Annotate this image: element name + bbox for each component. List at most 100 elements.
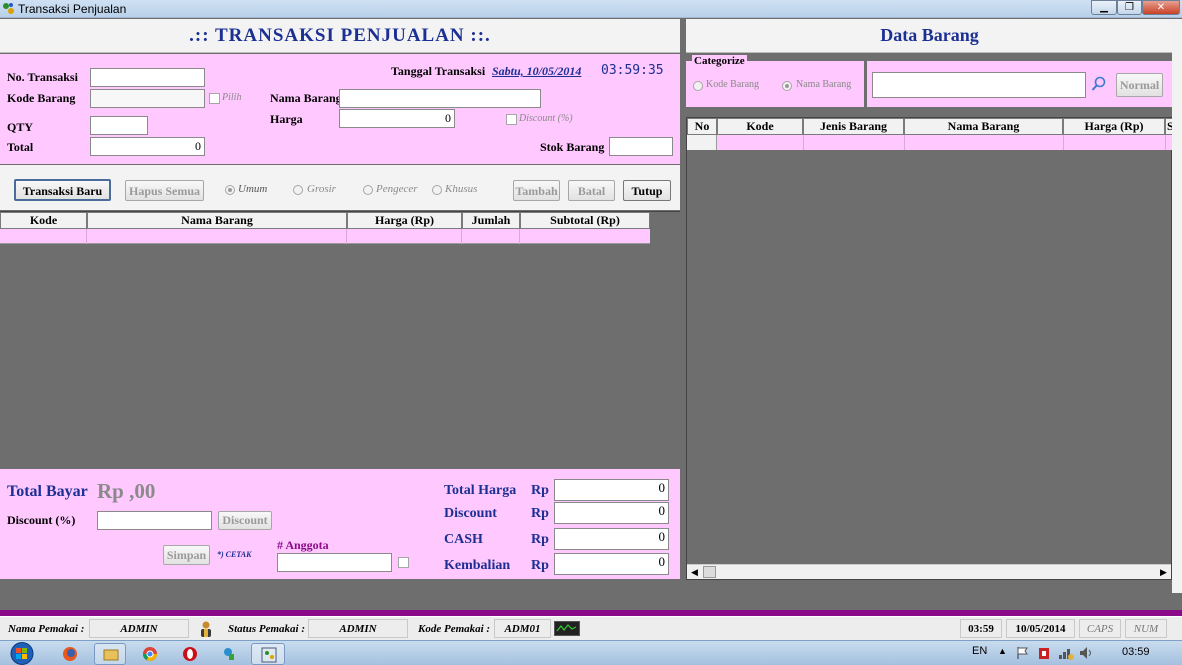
status-date: 10/05/2014 [1006,619,1075,638]
no-transaksi-input[interactable] [90,68,205,87]
transaction-grid[interactable]: Kode Nama Barang Harga (Rp) Jumlah Subto… [0,211,680,465]
status-pemakai-value: ADMIN [308,619,408,638]
flag-icon[interactable] [1016,646,1030,660]
user-icon [198,620,214,638]
grosir-radio[interactable] [293,185,303,195]
kembalian-currency: Rp [531,558,549,573]
umum-label: Umum [238,183,268,195]
tutup-button[interactable]: Tutup [623,180,671,201]
data-barang-title: Data Barang [880,25,979,45]
batal-button[interactable]: Batal [568,180,615,201]
summary-discount-value[interactable]: 0 [554,502,669,524]
grid-header-harga: Harga (Rp) [347,212,462,229]
network-icon[interactable] [1058,645,1074,661]
app2-icon[interactable] [214,643,246,665]
show-hidden-icons-icon[interactable]: ▲ [998,646,1007,656]
app3-icon[interactable] [251,643,285,665]
search-icon[interactable] [1091,76,1107,92]
table-row[interactable] [0,229,650,244]
explorer-icon[interactable] [94,643,126,665]
kode-pemakai-label: Kode Pemakai : [418,623,491,635]
window-titlebar: Transaksi Penjualan ▁ ❐ ✕ [0,0,1182,18]
discount-label: Discount (%) [7,513,76,527]
barang-header-kode: Kode [717,118,803,135]
summary-discount-currency: Rp [531,506,549,521]
total-harga-currency: Rp [531,483,549,498]
restore-button[interactable]: ❐ [1117,0,1142,15]
grid-header-subtotal: Subtotal (Rp) [520,212,650,229]
total-input[interactable]: 0 [90,137,205,156]
barang-header-harga: Harga (Rp) [1063,118,1165,135]
app-icon [2,2,15,15]
window-title: Transaksi Penjualan [18,2,127,16]
anggota-checkbox[interactable] [398,557,409,568]
scroll-thumb[interactable] [703,566,716,578]
num-indicator: NUM [1125,619,1167,638]
kode-barang-label: Kode Barang [7,91,76,105]
kode-barang-option-label: Kode Barang [706,79,760,90]
chrome-icon[interactable] [134,643,166,665]
firefox-icon[interactable] [54,643,86,665]
kembalian-label: Kembalian [444,558,511,573]
nama-pemakai-label: Nama Pemakai : [8,623,85,635]
transaksi-baru-button[interactable]: Transaksi Baru [14,179,111,201]
stok-input[interactable] [609,137,673,156]
barang-grid[interactable]: No Kode Jenis Barang Nama Barang Harga (… [686,117,1173,580]
total-bayar-label: Total Bayar [7,483,88,500]
right-edge [1172,19,1182,593]
table-row[interactable] [687,135,1173,150]
nama-barang-label: Nama Barang [270,91,342,105]
pengecer-radio[interactable] [363,185,373,195]
left-header: .:: TRANSAKSI PENJUALAN ::. [0,19,680,53]
opera-icon[interactable] [174,643,206,665]
kode-barang-radio[interactable] [693,81,703,91]
horizontal-scrollbar[interactable]: ◀ ▶ [687,564,1171,579]
pengecer-label: Pengecer [376,183,418,195]
grosir-label: Grosir [307,183,336,195]
transaction-form: No. Transaksi Kode Barang Pilih QTY Tota… [0,54,680,164]
qty-input[interactable] [90,116,148,135]
volume-icon[interactable] [1078,645,1094,661]
discount-checkbox[interactable] [506,114,517,125]
discount-input[interactable] [97,511,212,530]
discount-button[interactable]: Discount [218,511,272,530]
total-harga-label: Total Harga [444,483,517,498]
harga-input[interactable]: 0 [339,109,455,128]
pilih-checkbox[interactable] [209,93,220,104]
pilih-label: Pilih [222,92,242,103]
qty-label: QTY [7,120,34,134]
cash-label: CASH [444,532,483,547]
barang-header-jenis: Jenis Barang [803,118,904,135]
categorize-box: Categorize Kode Barang Nama Barang [686,55,864,107]
search-input[interactable] [872,72,1086,98]
transaction-time: 03:59:35 [601,63,664,78]
cetak-label: *) CETAK [217,550,252,559]
tambah-button[interactable]: Tambah [513,180,560,201]
khusus-label: Khusus [445,183,478,195]
scroll-right-arrow[interactable]: ▶ [1156,565,1171,579]
close-button[interactable]: ✕ [1142,0,1180,15]
security-icon[interactable] [1036,645,1052,661]
umum-radio[interactable] [225,185,235,195]
scroll-left-arrow[interactable]: ◀ [687,565,702,579]
simpan-button[interactable]: Simpan [163,545,210,565]
total-harga-value[interactable]: 0 [554,479,669,501]
harga-label: Harga [270,112,303,126]
minimize-button[interactable]: ▁ [1091,0,1117,15]
kembalian-value[interactable]: 0 [554,553,669,575]
anggota-input[interactable] [277,553,392,572]
language-indicator[interactable]: EN [972,645,987,657]
khusus-radio[interactable] [432,185,442,195]
no-transaksi-label: No. Transaksi [7,70,78,84]
hapus-semua-button[interactable]: Hapus Semua [125,180,204,201]
cash-input[interactable]: 0 [554,528,669,550]
nama-barang-input[interactable] [339,89,541,108]
kode-pemakai-value: ADM01 [494,619,551,638]
taskbar: EN ▲ 03:59 [0,640,1182,665]
normal-button[interactable]: Normal [1116,73,1163,97]
taskbar-clock[interactable]: 03:59 [1122,646,1150,658]
kode-barang-input[interactable] [90,89,205,108]
barang-header-no: No [687,118,717,135]
windows-start-icon[interactable] [6,641,38,665]
nama-barang-radio[interactable] [782,81,792,91]
